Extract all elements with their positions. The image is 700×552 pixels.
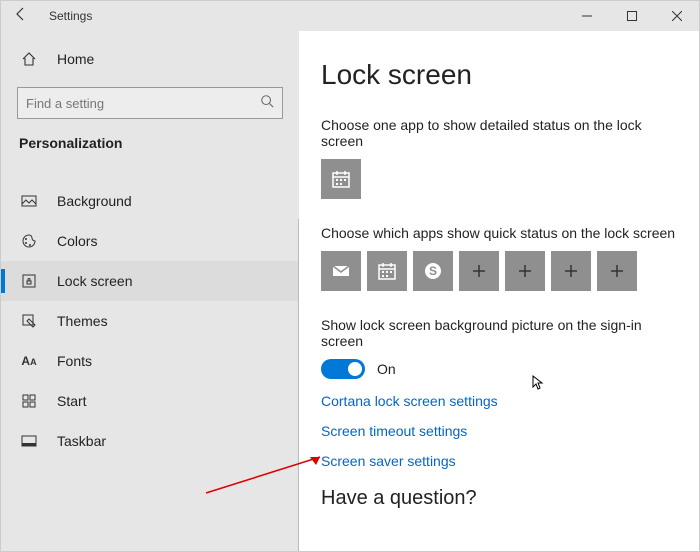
page-title: Lock screen [321,59,677,91]
sidebar-item-label: Start [57,393,87,409]
detailed-app-tile[interactable] [321,159,361,199]
back-button[interactable] [1,6,41,27]
maximize-button[interactable] [609,1,654,31]
titlebar: Settings [1,1,699,31]
plus-icon [561,261,581,281]
home-nav[interactable]: Home [1,39,299,79]
close-button[interactable] [654,1,699,31]
signin-bg-toggle-row: On [321,359,677,379]
signin-bg-toggle[interactable] [321,359,365,379]
picture-icon [19,193,39,209]
sidebar-item-themes[interactable]: Themes [1,301,299,341]
cortana-settings-link[interactable]: Cortana lock screen settings [321,393,677,409]
quick-app-tile-calendar[interactable] [367,251,407,291]
quick-app-add-slot[interactable] [551,251,591,291]
calendar-icon [377,261,397,281]
home-icon [19,51,39,67]
start-icon [19,393,39,409]
home-label: Home [57,51,94,67]
sidebar-item-fonts[interactable]: AA Fonts [1,341,299,381]
lock-screen-icon [19,273,39,289]
sidebar-item-label: Fonts [57,353,92,369]
palette-icon [19,233,39,249]
nav-list: Background Colors Lock screen Themes AA … [1,181,299,461]
sidebar-item-label: Taskbar [57,433,106,449]
sidebar: Home Personalization Background Colors [1,31,299,551]
sidebar-item-lock-screen[interactable]: Lock screen [1,261,299,301]
screen-saver-link[interactable]: Screen saver settings [321,453,677,469]
plus-icon [515,261,535,281]
skype-icon: S [423,261,443,281]
screen-timeout-link[interactable]: Screen timeout settings [321,423,677,439]
quick-app-tile-mail[interactable] [321,251,361,291]
sidebar-item-start[interactable]: Start [1,381,299,421]
sidebar-item-label: Themes [57,313,108,329]
sidebar-item-label: Background [57,193,132,209]
detailed-status-row [321,159,677,199]
plus-icon [607,261,627,281]
signin-bg-label: Show lock screen background picture on t… [321,317,677,349]
themes-icon [19,313,39,329]
quick-app-add-slot[interactable] [505,251,545,291]
sidebar-item-label: Lock screen [57,273,132,289]
sidebar-item-background[interactable]: Background [1,181,299,221]
svg-text:S: S [429,264,437,278]
sidebar-item-colors[interactable]: Colors [1,221,299,261]
main-content: Lock screen Choose one app to show detai… [299,31,699,551]
quick-status-row: S [321,251,677,291]
window-title: Settings [49,9,92,23]
plus-icon [469,261,489,281]
quick-app-tile-skype[interactable]: S [413,251,453,291]
quick-app-add-slot[interactable] [459,251,499,291]
calendar-icon [331,169,351,189]
sidebar-item-taskbar[interactable]: Taskbar [1,421,299,461]
settings-window: Settings Home Personalization [0,0,700,552]
search-icon [260,94,274,113]
mail-icon [331,261,351,281]
detailed-status-label: Choose one app to show detailed status o… [321,117,677,149]
quick-status-label: Choose which apps show quick status on t… [321,225,677,241]
category-header: Personalization [1,131,299,163]
question-heading: Have a question? [321,487,677,510]
fonts-icon: AA [19,354,39,368]
search-input[interactable] [26,96,260,111]
sidebar-item-label: Colors [57,233,97,249]
search-box[interactable] [17,87,283,119]
quick-app-add-slot[interactable] [597,251,637,291]
minimize-button[interactable] [564,1,609,31]
toggle-state-label: On [377,361,396,377]
taskbar-icon [19,433,39,449]
